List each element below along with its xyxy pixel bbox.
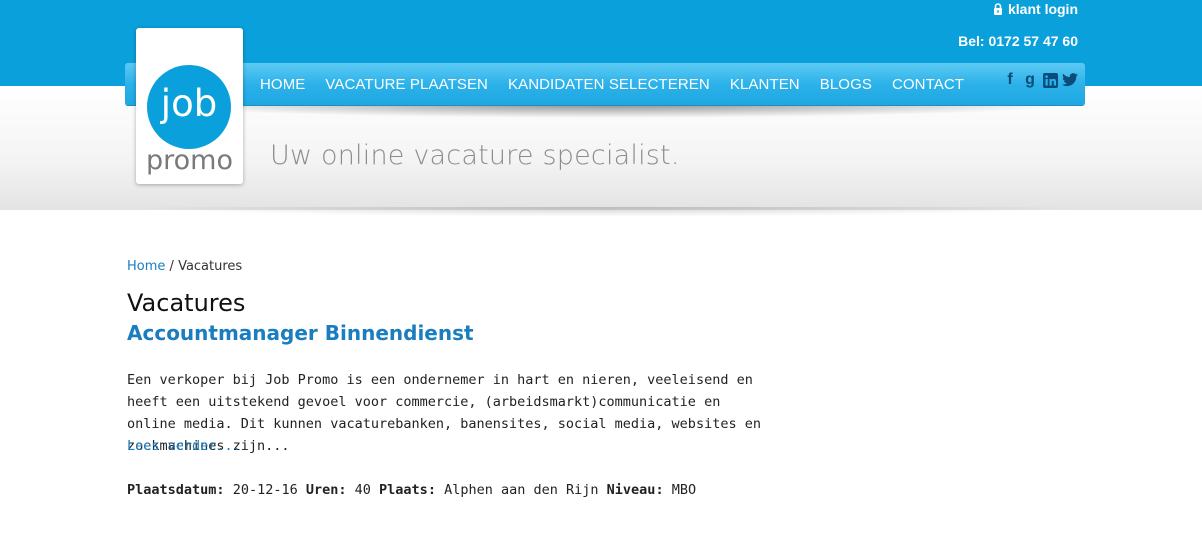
phone-number: Bel: 0172 57 47 60 xyxy=(958,33,1078,49)
page-title: Vacatures xyxy=(127,289,246,317)
logo-text-promo: promo xyxy=(146,145,233,176)
logo-circle: job xyxy=(147,65,231,149)
nav-item-vacature-plaatsen[interactable]: VACATURE PLAATSEN xyxy=(315,76,498,93)
meta-date-label: Plaatsdatum: xyxy=(127,482,225,498)
nav-item-blogs[interactable]: BLOGS xyxy=(810,76,882,93)
klant-login-label: klant login xyxy=(1008,1,1078,17)
meta-level-value: MBO xyxy=(671,482,697,498)
nav-item-kandidaten-selecteren[interactable]: KANDIDATEN SELECTEREN xyxy=(498,76,720,93)
job-promo-logo[interactable]: job promo xyxy=(136,28,243,184)
tagline: Uw online vacature specialist. xyxy=(270,140,680,171)
meta-place-value: Alphen aan den Rijn xyxy=(444,482,599,498)
twitter-icon[interactable] xyxy=(1062,71,1078,89)
meta-hours-label: Uren: xyxy=(305,482,347,498)
breadcrumb-current: Vacatures xyxy=(178,259,243,274)
band-shadow xyxy=(135,207,1079,217)
read-more-link[interactable]: Lees verder... xyxy=(127,435,241,457)
breadcrumb-separator: / xyxy=(169,259,174,274)
klant-login-link[interactable]: klant login xyxy=(993,1,1078,17)
nav-shadow xyxy=(145,104,1075,118)
meta-level-label: Niveau: xyxy=(606,482,664,498)
breadcrumb: Home / Vacatures xyxy=(127,259,242,274)
breadcrumb-home-link[interactable]: Home xyxy=(127,259,165,274)
meta-date-value: 20-12-16 xyxy=(232,482,298,498)
logo-text-job: job xyxy=(160,81,218,125)
facebook-icon[interactable]: f xyxy=(1002,71,1018,89)
job-title-link[interactable]: Accountmanager Binnendienst xyxy=(127,321,474,345)
google-plus-icon[interactable]: g xyxy=(1022,71,1038,89)
main-nav: HOME VACATURE PLAATSEN KANDIDATEN SELECT… xyxy=(250,63,974,105)
meta-hours-value: 40 xyxy=(354,482,371,498)
nav-item-home[interactable]: HOME xyxy=(250,76,315,93)
nav-item-contact[interactable]: CONTACT xyxy=(882,76,974,93)
lock-icon xyxy=(994,3,1002,15)
nav-item-klanten[interactable]: KLANTEN xyxy=(720,76,810,93)
linkedin-icon[interactable] xyxy=(1042,71,1058,89)
meta-place-label: Plaats: xyxy=(379,482,436,498)
job-meta: Plaatsdatum: 20-12-16 Uren: 40 Plaats: A… xyxy=(127,479,696,501)
social-links: f g xyxy=(1002,71,1078,89)
